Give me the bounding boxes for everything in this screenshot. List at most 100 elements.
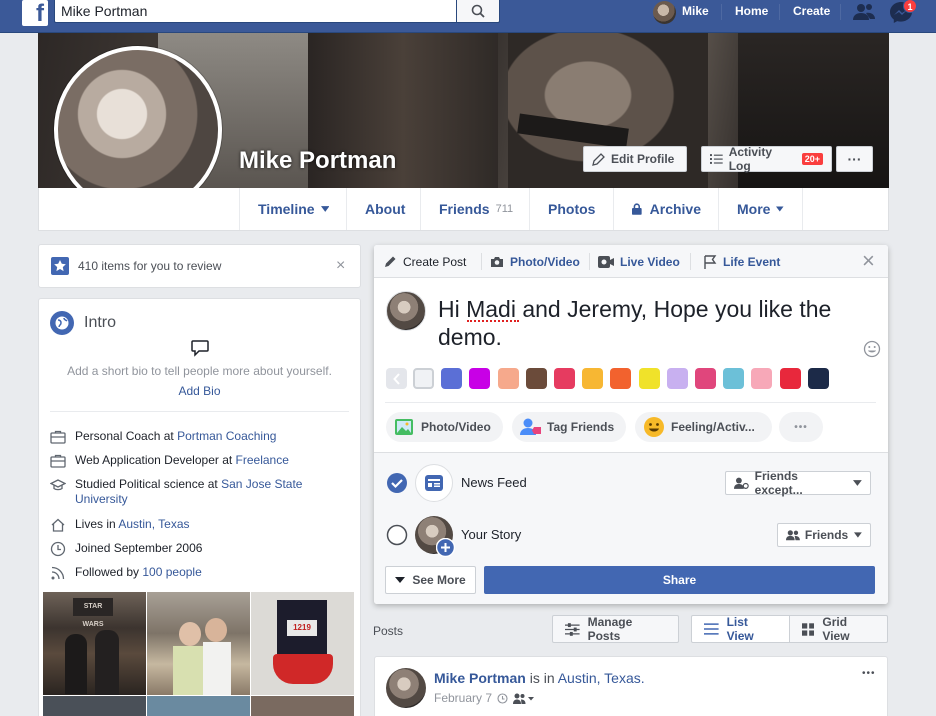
nav-profile-link[interactable]: Mike	[682, 3, 709, 21]
your-story-checkbox[interactable]	[386, 524, 408, 546]
review-close-button[interactable]: ×	[336, 257, 345, 275]
profile-name[interactable]: Mike Portman	[239, 147, 396, 175]
friends-count: 711	[495, 203, 514, 215]
list-view-button[interactable]: List View	[691, 615, 790, 643]
tab-photos[interactable]: Photos	[529, 188, 614, 230]
photo-thumbnail[interactable]	[43, 696, 146, 716]
tab-label: Friends	[439, 201, 490, 217]
news-feed-badge	[415, 464, 453, 502]
tab-friends[interactable]: Friends 711	[420, 188, 530, 230]
intro-item-joined: Joined September 2006	[50, 541, 202, 557]
camera-icon	[491, 256, 503, 267]
friends-except-icon	[734, 477, 749, 489]
news-feed-audience-dropdown[interactable]: Friends except...	[725, 469, 871, 497]
tab-archive[interactable]: Archive	[613, 188, 719, 230]
search-input[interactable]: Mike Portman	[54, 0, 456, 23]
photo-thumbnail[interactable]	[251, 696, 354, 716]
background-swatch[interactable]	[666, 368, 688, 389]
chevron-left-icon	[392, 372, 400, 385]
lock-icon	[632, 203, 642, 215]
background-swatch[interactable]	[751, 368, 773, 389]
post-place-link[interactable]: Austin, Texas.	[558, 670, 645, 686]
background-swatch[interactable]	[525, 368, 547, 389]
post-author-link[interactable]: Mike Portman	[434, 670, 526, 686]
edit-profile-button[interactable]: Edit Profile	[583, 146, 687, 172]
tab-more[interactable]: More	[718, 188, 803, 230]
followers-link[interactable]: 100 people	[142, 565, 201, 579]
background-swatch[interactable]	[610, 368, 632, 389]
workplace-link[interactable]: Portman Coaching	[177, 429, 276, 443]
background-swatch[interactable]	[723, 368, 745, 389]
tab-divider	[690, 253, 691, 270]
emoji-icon[interactable]	[863, 340, 881, 358]
chip-label: Photo/Video	[421, 420, 491, 434]
pencil-icon	[385, 256, 396, 267]
search-button[interactable]	[456, 0, 500, 23]
intro-title: Intro	[84, 314, 117, 331]
background-swatch[interactable]	[441, 368, 463, 389]
background-swatch[interactable]	[554, 368, 575, 389]
swatch-scroll-left-button[interactable]	[386, 368, 407, 389]
tab-about[interactable]: About	[346, 188, 421, 230]
post-text-input[interactable]: Hi Madi and Jeremy, Hope you like the de…	[438, 295, 838, 351]
background-swatch[interactable]	[695, 368, 716, 389]
city-link[interactable]: Austin, Texas	[118, 517, 189, 531]
chip-label: Tag Friends	[547, 420, 615, 434]
background-swatch[interactable]	[807, 368, 829, 389]
review-items-text[interactable]: 410 items for you to review	[78, 259, 221, 273]
manage-posts-label: Manage Posts	[587, 615, 633, 643]
manage-posts-button[interactable]: Manage Posts	[552, 615, 679, 643]
tag-friends-icon	[520, 418, 541, 435]
composer-tab-live-video[interactable]: Live Video	[598, 245, 680, 278]
briefcase-icon	[50, 454, 66, 468]
photo-thumbnail[interactable]: STAR WARS	[43, 592, 146, 695]
tag-friends-chip[interactable]: Tag Friends	[512, 412, 627, 442]
background-swatch[interactable]	[582, 368, 604, 389]
post-date[interactable]: February 7	[434, 691, 492, 705]
photo-thumbnail[interactable]	[147, 696, 250, 716]
search-icon	[471, 4, 485, 18]
workplace-link[interactable]: Freelance	[236, 453, 289, 467]
news-feed-checkbox[interactable]	[386, 472, 408, 494]
background-swatch[interactable]	[413, 368, 434, 389]
activity-log-button[interactable]: Activity Log 20+	[701, 145, 832, 173]
speech-bubble-icon	[191, 340, 209, 357]
intro-item-work: Personal Coach at Portman Coaching	[50, 429, 276, 445]
share-button[interactable]: Share	[484, 566, 875, 594]
post-author-avatar[interactable]	[386, 668, 426, 708]
composer-tab-life-event[interactable]: Life Event	[704, 245, 780, 278]
facebook-logo-icon[interactable]: f	[22, 0, 48, 26]
photo-video-chip[interactable]: Photo/Video	[386, 412, 503, 442]
nav-create-link[interactable]: Create	[793, 3, 830, 21]
composer-tab-create-post[interactable]: Create Post	[384, 245, 466, 278]
composer-close-button[interactable]: ×	[862, 249, 875, 273]
nav-home-link[interactable]: Home	[735, 3, 768, 21]
tab-timeline[interactable]: Timeline	[239, 188, 347, 230]
intro-item-text: Followed by 100 people	[75, 565, 202, 579]
flag-icon	[704, 254, 717, 269]
your-story-label: Your Story	[461, 527, 522, 542]
add-bio-link[interactable]: Add Bio	[50, 384, 349, 398]
photo-thumbnail[interactable]	[147, 592, 250, 695]
background-swatch[interactable]	[779, 368, 801, 389]
story-audience-dropdown[interactable]: Friends	[777, 523, 871, 547]
see-more-button[interactable]: See More	[385, 566, 476, 594]
caret-down-icon	[854, 532, 862, 538]
friend-requests-icon[interactable]	[852, 1, 876, 23]
composer-tab-label: Create Post	[403, 254, 467, 269]
background-swatch[interactable]	[497, 368, 519, 389]
feeling-activity-chip[interactable]: Feeling/Activ...	[635, 412, 772, 442]
photo-icon	[395, 419, 413, 435]
background-swatch[interactable]	[638, 368, 660, 389]
photo-thumbnail[interactable]: 1219	[251, 592, 354, 695]
grid-view-button[interactable]: Grid View	[789, 615, 888, 643]
composer-tab-label: Life Event	[723, 254, 781, 269]
cover-more-button[interactable]: ···	[836, 146, 873, 172]
nav-divider	[779, 4, 780, 20]
background-swatch[interactable]	[469, 368, 491, 389]
audience-friends-icon[interactable]	[513, 693, 535, 704]
composer-tab-photo-video[interactable]: Photo/Video	[490, 245, 580, 278]
post-options-button[interactable]: •••	[862, 668, 876, 679]
more-options-chip[interactable]: •••	[779, 412, 823, 442]
nav-avatar[interactable]	[653, 1, 676, 24]
